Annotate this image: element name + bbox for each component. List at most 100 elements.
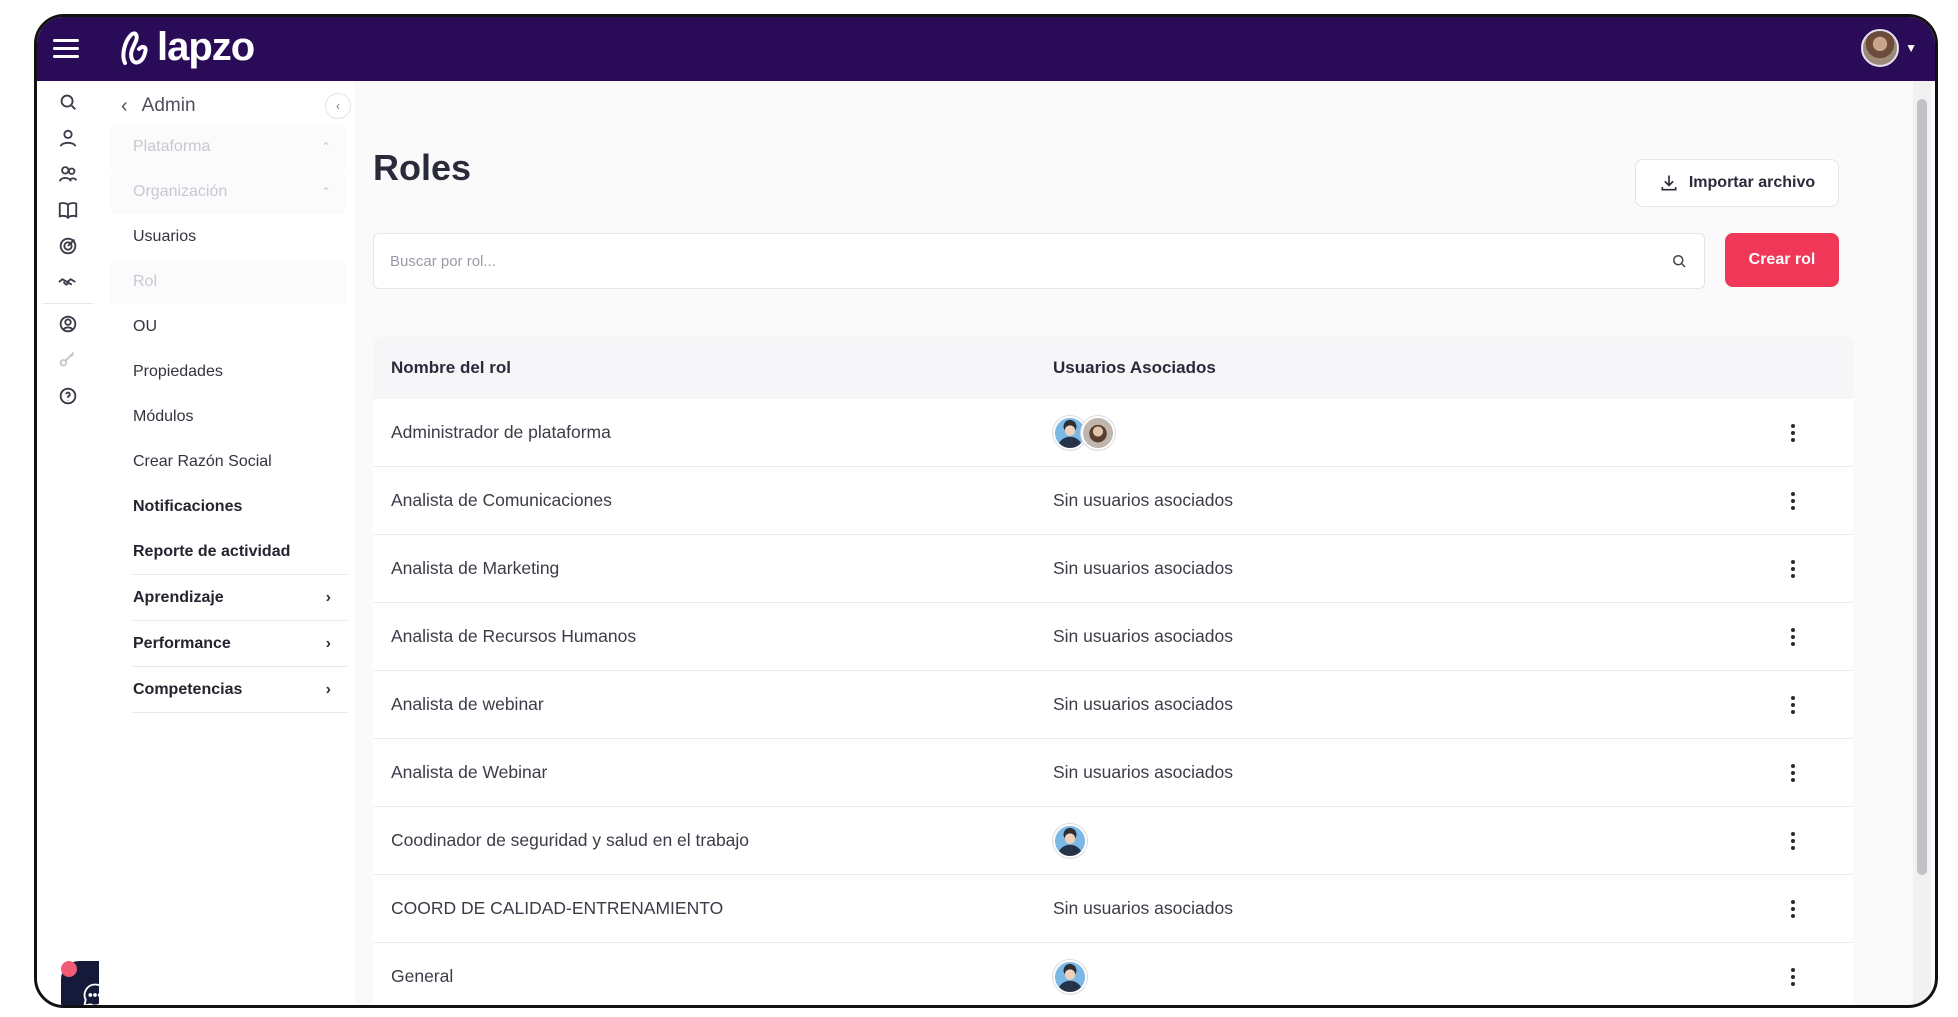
role-name: Administrador de plataforma xyxy=(391,422,611,442)
person-search-icon[interactable] xyxy=(57,313,79,335)
table-row[interactable]: Analista de webinar Sin usuarios asociado… xyxy=(373,671,1853,739)
help-icon[interactable] xyxy=(57,385,79,407)
sidebar-item-propiedades[interactable]: Propiedades xyxy=(111,350,345,394)
user-avatar[interactable] xyxy=(1861,29,1900,67)
brand-logo[interactable]: lapzo xyxy=(117,25,255,70)
more-options-icon[interactable] xyxy=(1763,413,1823,453)
search-icon[interactable] xyxy=(1670,252,1688,270)
role-name: Analista de Marketing xyxy=(391,558,560,578)
create-role-button[interactable]: Crear rol xyxy=(1725,233,1839,287)
more-options-icon[interactable] xyxy=(1763,685,1823,725)
import-file-button[interactable]: Importar archivo xyxy=(1635,159,1839,207)
sidebar-divider xyxy=(133,666,347,667)
role-search xyxy=(373,233,1705,289)
sidebar-divider xyxy=(133,712,347,713)
scrollbar-thumb[interactable] xyxy=(1917,99,1927,875)
sidebar-item-crear-razon-social[interactable]: Crear Razón Social xyxy=(111,440,345,484)
table-row[interactable]: Analista de Recursos Humanos Sin usuarios… xyxy=(373,603,1853,671)
sidebar-item-label: OU xyxy=(133,318,157,335)
collapse-sidebar-button[interactable]: ‹ xyxy=(325,93,351,119)
sidebar-item-performance[interactable]: Performance › xyxy=(111,622,345,666)
rail-divider xyxy=(43,303,93,304)
sidebar-divider xyxy=(133,620,347,621)
profile-menu[interactable]: ▼ xyxy=(1861,29,1917,67)
more-options-icon[interactable] xyxy=(1763,821,1823,861)
table-row[interactable]: Analista de Comunicaciones Sin usuarios a… xyxy=(373,467,1853,535)
sidebar-item-usuarios[interactable]: Usuarios xyxy=(111,215,345,259)
more-options-icon[interactable] xyxy=(1763,753,1823,793)
sidebar-item-label: Rol xyxy=(133,273,158,290)
sidebar-divider xyxy=(133,574,347,575)
chevron-left-icon: ‹ xyxy=(121,94,128,117)
user-avatar[interactable] xyxy=(1053,823,1087,858)
brand-name: lapzo xyxy=(157,25,255,69)
sidebar-item-label: Organización xyxy=(133,183,228,200)
table-row[interactable]: Coodinador de seguridad y salud en el tr… xyxy=(373,807,1853,875)
lapzo-logo-icon xyxy=(121,30,148,65)
no-users-text: Sin usuarios asociados xyxy=(1053,762,1233,782)
scrollbar[interactable] xyxy=(1913,81,1931,1005)
more-options-icon[interactable] xyxy=(1763,481,1823,521)
target-icon[interactable] xyxy=(57,235,79,257)
table-row[interactable]: Analista de Webinar Sin usuarios asociado… xyxy=(373,739,1853,807)
chevron-down-icon[interactable]: ▼ xyxy=(1905,41,1917,55)
associated-users xyxy=(1053,415,1763,450)
associated-users xyxy=(1053,823,1763,858)
search-input[interactable] xyxy=(390,252,1670,270)
sidebar-item-ou[interactable]: OU xyxy=(111,305,345,349)
main-content: Roles Importar archivo Crear rol Nombre … xyxy=(355,81,1909,1005)
users-icon[interactable] xyxy=(57,163,79,185)
sidebar-item-modulos[interactable]: Módulos xyxy=(111,395,345,439)
sidebar-item-label: Aprendizaje xyxy=(133,589,224,606)
sidebar-item-label: Usuarios xyxy=(133,228,197,245)
table-row[interactable]: COORD DE CALIDAD-ENTRENAMIENTO Sin usuari… xyxy=(373,875,1853,943)
user-icon[interactable] xyxy=(57,127,79,149)
table-row[interactable]: Analista de Marketing Sin usuarios asocia… xyxy=(373,535,1853,603)
sidebar-item-reporte-actividad[interactable]: Reporte de actividad xyxy=(111,530,345,574)
sidebar-item-plataforma[interactable]: Plataforma ⌃ xyxy=(111,125,345,169)
icon-rail xyxy=(37,81,129,1005)
book-icon[interactable] xyxy=(57,199,79,221)
back-to-admin[interactable]: ‹ Admin xyxy=(121,91,321,121)
table-header: Nombre del rol Usuarios Asociados xyxy=(373,337,1853,399)
chevron-up-icon: ⌃ xyxy=(320,185,331,199)
role-name: COORD DE CALIDAD-ENTRENAMIENTO xyxy=(391,898,724,918)
admin-sidebar: ‹ Admin ‹ Plataforma ⌃ Organización ⌃ Us… xyxy=(99,81,355,1005)
sidebar-item-organizacion[interactable]: Organización ⌃ xyxy=(111,170,345,214)
notification-dot xyxy=(61,961,77,977)
chevron-right-icon: › xyxy=(325,681,331,698)
more-options-icon[interactable] xyxy=(1763,617,1823,657)
table-row[interactable]: General xyxy=(373,943,1853,1005)
user-avatar[interactable] xyxy=(1053,959,1087,994)
role-name: Analista de Webinar xyxy=(391,762,548,782)
header-associated-users: Usuarios Asociados xyxy=(1053,358,1216,377)
sidebar-item-aprendizaje[interactable]: Aprendizaje › xyxy=(111,576,345,620)
handshake-icon[interactable] xyxy=(57,271,79,293)
user-avatar[interactable] xyxy=(1081,415,1115,450)
sidebar-item-rol[interactable]: Rol xyxy=(111,260,345,304)
associated-users xyxy=(1053,959,1763,994)
associated-users: Sin usuarios asociados xyxy=(1053,626,1763,647)
chevron-right-icon: › xyxy=(325,635,331,652)
sidebar-item-label: Plataforma xyxy=(133,138,211,155)
table-body: Administrador de plataforma Analista de C… xyxy=(373,399,1853,1005)
associated-users: Sin usuarios asociados xyxy=(1053,490,1763,511)
key-icon[interactable] xyxy=(57,349,79,371)
more-options-icon[interactable] xyxy=(1763,549,1823,589)
role-name: General xyxy=(391,966,454,986)
sidebar-item-label: Notificaciones xyxy=(133,498,243,515)
sidebar-item-notificaciones[interactable]: Notificaciones xyxy=(111,485,345,529)
table-row[interactable]: Administrador de plataforma xyxy=(373,399,1853,467)
more-options-icon[interactable] xyxy=(1763,889,1823,929)
role-name: Analista de Comunicaciones xyxy=(391,490,612,510)
import-file-label: Importar archivo xyxy=(1688,174,1816,191)
app-window: lapzo ▼ ‹ Admin ‹ Plataforma ⌃ Organizac… xyxy=(34,14,1938,1008)
associated-users: Sin usuarios asociados xyxy=(1053,558,1763,579)
more-options-icon[interactable] xyxy=(1763,957,1823,997)
sidebar-item-competencias[interactable]: Competencias › xyxy=(111,668,345,712)
search-icon[interactable] xyxy=(57,91,79,113)
role-name: Coodinador de seguridad y salud en el tr… xyxy=(391,830,750,850)
menu-icon[interactable] xyxy=(53,39,79,59)
sidebar-item-label: Propiedades xyxy=(133,363,223,380)
sidebar-item-label: Performance xyxy=(133,635,231,652)
